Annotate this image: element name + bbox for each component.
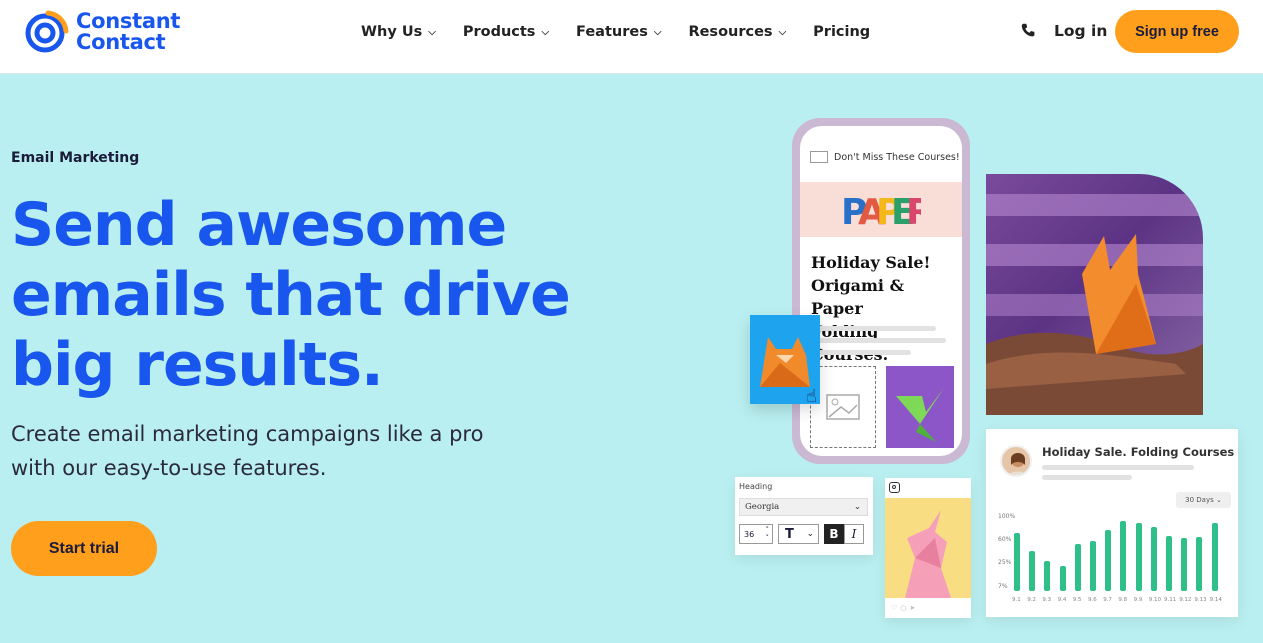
bold-button[interactable]: B: [824, 524, 844, 544]
chart-bar: [1074, 544, 1081, 591]
logo[interactable]: Constant Contact: [24, 9, 180, 55]
x-tick: 9.11: [1164, 597, 1177, 603]
chart-bar: [1044, 561, 1051, 591]
x-tick: 9.7: [1103, 597, 1112, 603]
chevron-down-icon: ⌵: [541, 26, 550, 38]
x-tick: 9.8: [1118, 597, 1128, 603]
x-tick: 9.13: [1194, 597, 1207, 603]
text-color-button[interactable]: T ⌄: [778, 524, 819, 544]
nav-products[interactable]: Products ⌵: [463, 22, 549, 42]
y-tick: 100%: [998, 513, 1016, 520]
x-tick: 9.5: [1072, 597, 1082, 603]
text-style-editor: Heading Georgia ⌄ 36 ˄ ˅ T ⌄ B I: [735, 477, 873, 555]
x-tick: 9.3: [1042, 597, 1052, 603]
x-tick: 9.10: [1148, 597, 1162, 603]
x-tick: 9.6: [1088, 597, 1097, 603]
italic-button[interactable]: I: [844, 524, 864, 544]
y-tick: 25%: [998, 559, 1012, 566]
date-range-select[interactable]: 30 Days ⌄: [1176, 492, 1231, 508]
nav-pricing[interactable]: Pricing: [813, 22, 870, 42]
envelope-icon: [810, 151, 828, 163]
start-trial-button[interactable]: Start trial: [11, 521, 157, 576]
email-preview-phone: Don't Miss These Courses! P A P E R Holi…: [792, 118, 970, 464]
chevron-down-icon: ⌵: [428, 26, 436, 38]
logo-text-line1: Constant: [76, 9, 181, 33]
avatar: [1000, 445, 1032, 477]
stats-bar-chart: [1014, 519, 1218, 591]
x-tick: 9.1: [1012, 597, 1021, 603]
login-link[interactable]: Log in: [1054, 22, 1107, 40]
origami-unicorn-image: [885, 498, 971, 598]
chart-bar: [1105, 529, 1112, 591]
origami-crane-image: [886, 366, 954, 448]
paper-banner: P A P E R: [800, 182, 962, 237]
chevron-down-icon: ⌵: [653, 26, 662, 38]
nav-features[interactable]: Features ⌵: [576, 22, 661, 42]
origami-fox-photo: [986, 174, 1203, 415]
nav-resources[interactable]: Resources ⌵: [688, 22, 786, 42]
campaign-stats-card: Holiday Sale. Folding Courses 30 Days ⌄ …: [986, 429, 1238, 617]
logo-text-line2: Contact: [76, 30, 166, 54]
main-nav: Why Us ⌵ Products ⌵ Features ⌵ Resources ⌵ P…: [361, 22, 897, 42]
phone-icon[interactable]: [1019, 22, 1037, 40]
chart-bar: [1196, 537, 1203, 591]
chevron-down-icon: ⌄: [806, 529, 814, 539]
post-actions: ♡○➤: [891, 604, 919, 612]
eyebrow-label: Email Marketing: [11, 150, 140, 166]
font-select[interactable]: Georgia ⌄: [739, 498, 868, 516]
chevron-down-icon: ⌵: [778, 26, 787, 38]
x-tick: 9.14: [1209, 597, 1222, 603]
chart-bar: [1059, 565, 1066, 591]
chart-bar: [1211, 522, 1218, 591]
nav-why-us[interactable]: Why Us ⌵: [361, 22, 436, 42]
paper-logo: P A P E R: [841, 192, 921, 230]
chevron-down-icon: ⌄: [853, 502, 861, 512]
chart-bar: [1150, 527, 1157, 591]
x-tick: 9.12: [1179, 597, 1192, 603]
chart-bar: [1090, 540, 1096, 591]
hero-subtitle: Create email marketing campaigns like a …: [11, 422, 484, 480]
sign-up-button[interactable]: Sign up free: [1115, 10, 1239, 53]
stats-card-title: Holiday Sale. Folding Courses: [1042, 445, 1235, 459]
site-header: Constant Contact Why Us ⌵ Products ⌵ Featu…: [0, 0, 1263, 74]
y-tick: 60%: [998, 536, 1012, 543]
font-size-stepper[interactable]: 36 ˄ ˅: [739, 524, 773, 544]
svg-text:R: R: [906, 192, 921, 230]
x-tick: 9.4: [1057, 597, 1067, 603]
chart-bar: [1029, 551, 1036, 591]
instagram-icon: [889, 482, 900, 493]
chart-bar: [1166, 535, 1172, 591]
hand-cursor-icon: ☝: [806, 386, 817, 407]
y-tick: 7%: [998, 583, 1008, 590]
chart-bar: [1135, 522, 1142, 591]
logo-icon: [24, 9, 70, 55]
email-subject: Don't Miss These Courses!: [834, 151, 960, 163]
chart-bar: [1014, 533, 1020, 591]
heading-label: Heading: [739, 482, 773, 491]
x-tick: 9.2: [1027, 597, 1036, 603]
chart-bar: [1120, 521, 1127, 591]
instagram-post-card: ♡○➤: [885, 478, 971, 618]
chart-bar: [1181, 538, 1188, 591]
text-placeholder-lines: [816, 326, 946, 362]
hero-headline: Send awesome emails that drive big resul…: [11, 190, 571, 400]
x-tick: 9.9: [1133, 597, 1143, 603]
